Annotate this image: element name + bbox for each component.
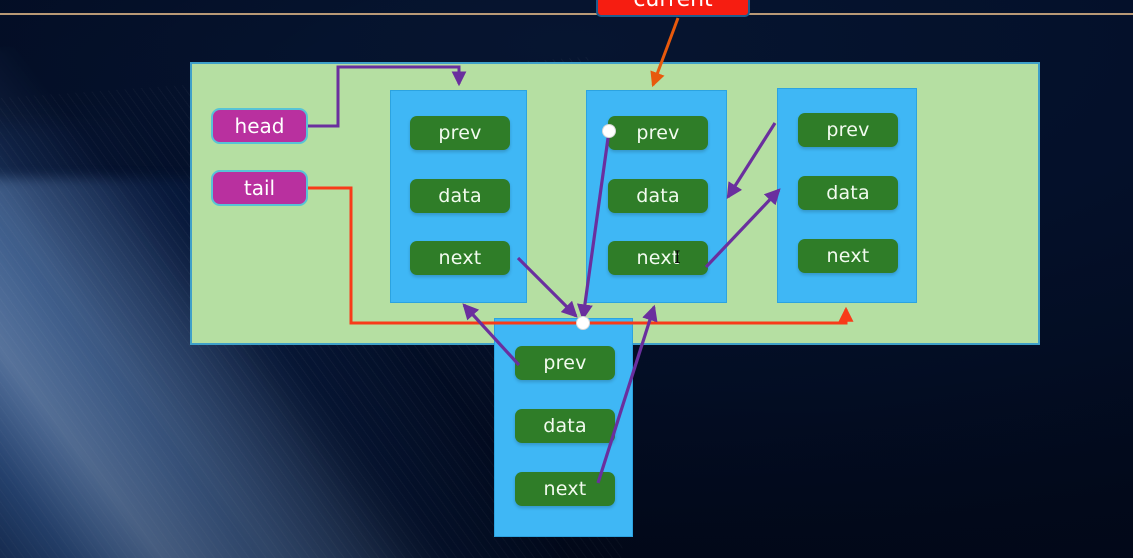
node-4[interactable]: prev data next bbox=[494, 318, 633, 537]
top-accent-rule bbox=[0, 13, 1133, 15]
node-1-prev-label: prev bbox=[438, 122, 482, 144]
node-1[interactable]: prev data next bbox=[390, 90, 527, 303]
node-3-data-label: data bbox=[826, 182, 870, 204]
node-3-next-label: next bbox=[826, 245, 870, 267]
node-4-prev-label: prev bbox=[543, 352, 587, 374]
node-1-field-data[interactable]: data bbox=[410, 179, 510, 213]
node-4-data-label: data bbox=[543, 415, 587, 437]
current-pointer-text: current bbox=[633, 0, 712, 12]
slide-canvas: head tail current prev data next prev da… bbox=[0, 0, 1133, 558]
node-2-prev-label: prev bbox=[636, 122, 680, 144]
node-4-field-data[interactable]: data bbox=[515, 409, 615, 443]
node-1-field-prev[interactable]: prev bbox=[410, 116, 510, 150]
node-4-field-next[interactable]: next bbox=[515, 472, 615, 506]
head-pointer-label[interactable]: head bbox=[211, 108, 308, 144]
node-1-field-next[interactable]: next bbox=[410, 241, 510, 275]
node-4-next-label: next bbox=[543, 478, 587, 500]
node-1-next-label: next bbox=[438, 247, 482, 269]
head-pointer-text: head bbox=[234, 114, 285, 138]
node-3-prev-label: prev bbox=[826, 119, 870, 141]
node-3-field-next[interactable]: next bbox=[798, 239, 898, 273]
node-3-field-data[interactable]: data bbox=[798, 176, 898, 210]
node-4-field-prev[interactable]: prev bbox=[515, 346, 615, 380]
node-2-data-label: data bbox=[636, 185, 680, 207]
tail-pointer-text: tail bbox=[243, 176, 276, 200]
tail-pointer-label[interactable]: tail bbox=[211, 170, 308, 206]
current-pointer-label[interactable]: current bbox=[596, 0, 750, 17]
node-3[interactable]: prev data next bbox=[777, 88, 917, 303]
node-2[interactable]: prev data next bbox=[586, 90, 727, 303]
text-caret-icon: I bbox=[674, 248, 681, 268]
node-2-field-prev[interactable]: prev bbox=[608, 116, 708, 150]
node-2-field-data[interactable]: data bbox=[608, 179, 708, 213]
node-2-field-next[interactable]: next bbox=[608, 241, 708, 275]
node-3-field-prev[interactable]: prev bbox=[798, 113, 898, 147]
node-1-data-label: data bbox=[438, 185, 482, 207]
